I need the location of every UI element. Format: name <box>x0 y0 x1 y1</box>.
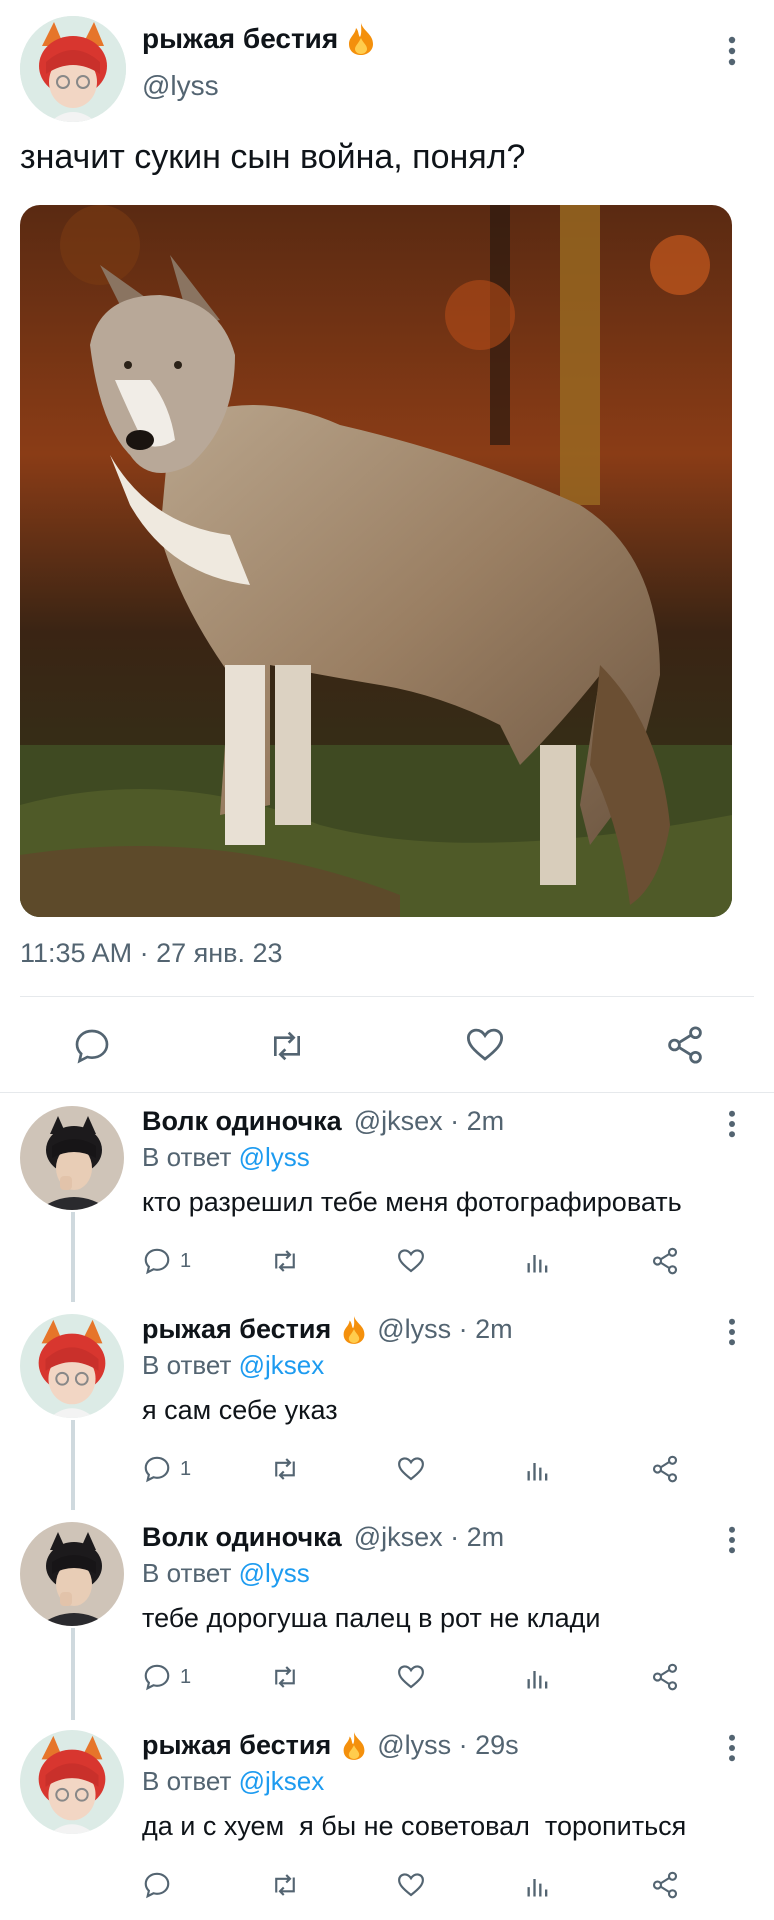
like-icon[interactable] <box>396 1246 426 1276</box>
thread-line <box>71 1212 75 1302</box>
like-icon[interactable] <box>396 1454 426 1484</box>
reply-icon[interactable] <box>142 1870 172 1900</box>
thread-line <box>71 1628 75 1720</box>
reply-text: я сам себе указ <box>142 1395 338 1425</box>
reply-count: 1 <box>180 1666 192 1688</box>
reply-author-name[interactable]: рыжая бестия <box>142 1314 331 1345</box>
reply-icon[interactable] <box>142 1246 172 1276</box>
tweet-text: значит сукин сын война, понял? <box>20 138 526 176</box>
retweet-icon[interactable] <box>268 1454 302 1484</box>
views-icon[interactable] <box>524 1664 552 1692</box>
reply-avatar[interactable] <box>20 1730 124 1834</box>
share-icon[interactable] <box>650 1246 680 1276</box>
reply-author-name[interactable]: Волк одиночка <box>142 1522 342 1553</box>
reply-to-handle[interactable]: @jksex <box>239 1350 325 1380</box>
author-handle[interactable]: @lyss <box>142 70 219 102</box>
reply-avatar[interactable] <box>20 1522 124 1626</box>
more-vertical-icon[interactable] <box>726 1318 738 1346</box>
reply-avatar[interactable] <box>20 1314 124 1418</box>
share-icon[interactable] <box>664 1024 706 1066</box>
reply-avatar[interactable] <box>20 1106 124 1210</box>
reply-to-handle[interactable]: @lyss <box>239 1142 310 1172</box>
reply-icon[interactable] <box>142 1454 172 1484</box>
author-avatar[interactable] <box>20 16 126 122</box>
reply-count: 1 <box>180 1250 192 1272</box>
like-icon[interactable] <box>464 1024 506 1066</box>
reply-text: да и с хуем я бы не советовал торопиться <box>142 1811 687 1841</box>
reply-text: кто разрешил тебе меня фотографировать <box>142 1187 682 1217</box>
reply-count: 1 <box>180 1458 192 1480</box>
reply-author-meta: @jksex · 2m <box>353 1522 505 1552</box>
fire-icon <box>341 1315 367 1345</box>
reply-to-handle[interactable]: @lyss <box>239 1558 310 1588</box>
fire-icon <box>341 1731 367 1761</box>
reply-text: тебе дорогуша палец в рот не клади <box>142 1603 601 1633</box>
reply-icon[interactable] <box>142 1662 172 1692</box>
views-icon[interactable] <box>524 1872 552 1900</box>
reply-prefix: В ответ <box>142 1142 232 1172</box>
tweet-timestamp: 11:35 AM · 27 янв. 23 <box>20 938 283 968</box>
reply-author-meta: @lyss · 29s <box>377 1730 519 1760</box>
tweet-image[interactable] <box>20 205 732 917</box>
retweet-icon[interactable] <box>268 1246 302 1276</box>
author-name[interactable]: рыжая бестия <box>142 23 338 55</box>
share-icon[interactable] <box>650 1454 680 1484</box>
thread-line <box>71 1420 75 1510</box>
reply-author-meta: @lyss · 2m <box>377 1314 513 1344</box>
fire-icon <box>346 22 376 56</box>
share-icon[interactable] <box>650 1870 680 1900</box>
more-vertical-icon[interactable] <box>726 1110 738 1138</box>
wolf-photo <box>20 205 732 917</box>
reply-icon[interactable] <box>72 1026 112 1066</box>
more-vertical-icon[interactable] <box>726 1734 738 1762</box>
like-icon[interactable] <box>396 1870 426 1900</box>
share-icon[interactable] <box>650 1662 680 1692</box>
retweet-icon[interactable] <box>268 1662 302 1692</box>
reply-author-name[interactable]: рыжая бестия <box>142 1730 331 1761</box>
views-icon[interactable] <box>524 1456 552 1484</box>
retweet-icon[interactable] <box>265 1026 309 1066</box>
like-icon[interactable] <box>396 1662 426 1692</box>
more-vertical-icon[interactable] <box>726 1526 738 1554</box>
reply-author-meta: @jksex · 2m <box>353 1106 505 1136</box>
reply-prefix: В ответ <box>142 1350 232 1380</box>
views-icon[interactable] <box>524 1248 552 1276</box>
avatar-image <box>20 16 126 122</box>
more-vertical-icon[interactable] <box>726 36 738 66</box>
reply-prefix: В ответ <box>142 1766 232 1796</box>
retweet-icon[interactable] <box>268 1870 302 1900</box>
reply-prefix: В ответ <box>142 1558 232 1588</box>
reply-author-name[interactable]: Волк одиночка <box>142 1106 342 1137</box>
reply-to-handle[interactable]: @jksex <box>239 1766 325 1796</box>
